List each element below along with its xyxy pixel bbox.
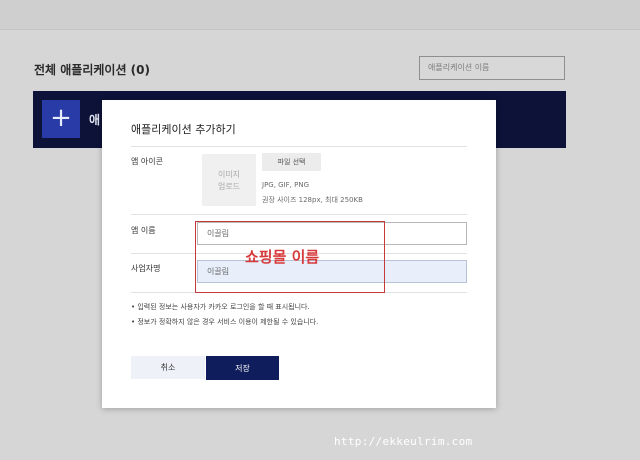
banner-label: 애 xyxy=(89,113,101,127)
plus-icon[interactable]: + xyxy=(42,100,80,138)
icon-placeholder-text-2: 업로드 xyxy=(217,182,241,191)
page-title: 전체 애플리케이션 (0) xyxy=(34,63,150,77)
search-input[interactable]: 애플리케이션 이름 xyxy=(419,56,565,80)
cancel-button[interactable]: 취소 xyxy=(131,356,205,379)
file-format-hint: JPG, GIF, PNG xyxy=(262,181,310,189)
app-icon-label: 앱 아이콘 xyxy=(131,157,163,166)
icon-upload-placeholder[interactable]: 이미지 업로드 xyxy=(202,154,256,206)
annotation-label: 쇼핑몰 이름 xyxy=(245,248,320,266)
divider xyxy=(131,214,467,215)
watermark-url: http://ekkeulrim.com xyxy=(334,435,473,448)
info-note-2: • 정보가 정확하지 않은 경우 서비스 이용이 제한될 수 있습니다. xyxy=(131,318,319,326)
icon-placeholder-text-1: 이미지 xyxy=(217,170,241,179)
file-select-button[interactable]: 파일 선택 xyxy=(262,153,321,171)
app-name-label: 앱 이름 xyxy=(131,226,156,235)
save-button[interactable]: 저장 xyxy=(206,356,279,380)
modal-title: 애플리케이션 추가하기 xyxy=(131,123,236,136)
top-bar xyxy=(0,0,640,30)
info-note-1: • 입력된 정보는 사용자가 카카오 로그인을 할 때 표시됩니다. xyxy=(131,303,310,311)
company-name-label: 사업자명 xyxy=(131,264,161,273)
file-size-hint: 권장 사이즈 128px, 최대 250KB xyxy=(262,196,363,204)
divider xyxy=(131,146,467,147)
